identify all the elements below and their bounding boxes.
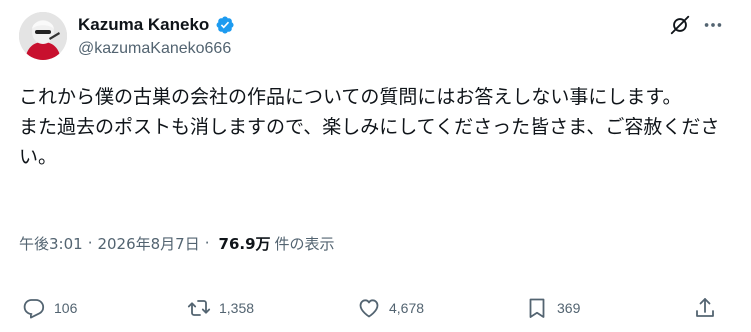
repost-button[interactable]: 1,358 [187,296,254,320]
share-button[interactable] [693,296,717,320]
bookmark-icon [529,298,545,318]
meta-separator: · [87,234,93,252]
repost-icon [187,300,211,316]
repost-count: 1,358 [219,300,255,316]
action-bar: 106 1,358 4,678 369 [0,290,751,326]
display-name[interactable]: Kazuma Kaneko [78,15,209,35]
tweet-time[interactable]: 午後3:01 [19,233,83,254]
tweet-line-1: これから僕の古巣の会社の作品についての質問にはお答えしない事にします。 [19,86,682,108]
grok-button[interactable] [669,14,691,36]
tweet-text: これから僕の古巣の会社の作品についての質問にはお答えしない事にします。 また過去… [19,82,731,172]
like-count: 4,678 [389,300,425,316]
bookmark-button[interactable]: 369 [525,296,580,320]
tweet-meta: 午後3:01 · 2026年8月7日 · 76.9万 件の表示 [19,232,335,254]
avatar[interactable] [19,12,67,60]
view-count: 76.9万 [218,234,271,253]
author-name-row: Kazuma Kaneko [78,14,235,36]
like-button[interactable]: 4,678 [357,296,424,320]
reply-count: 106 [54,300,78,316]
more-options-button[interactable] [702,14,724,36]
avatar-image [19,12,67,60]
share-icon [696,298,714,317]
heart-icon [359,299,379,318]
reply-icon [23,299,45,319]
bookmark-count: 369 [557,300,581,316]
view-count-label: 件の表示 [274,234,335,253]
verified-badge-icon [215,15,235,35]
tweet-line-2: また過去のポストも消しますので、楽しみにしてくださった皆さま、ご容赦ください。 [19,116,720,168]
author-handle[interactable]: @kazumaKaneko666 [78,40,231,58]
meta-separator-2: · [204,234,210,252]
reply-button[interactable]: 106 [22,296,77,320]
tweet-date[interactable]: 2026年8月7日 [97,233,199,254]
grok-icon [670,15,690,35]
more-icon [704,23,722,27]
